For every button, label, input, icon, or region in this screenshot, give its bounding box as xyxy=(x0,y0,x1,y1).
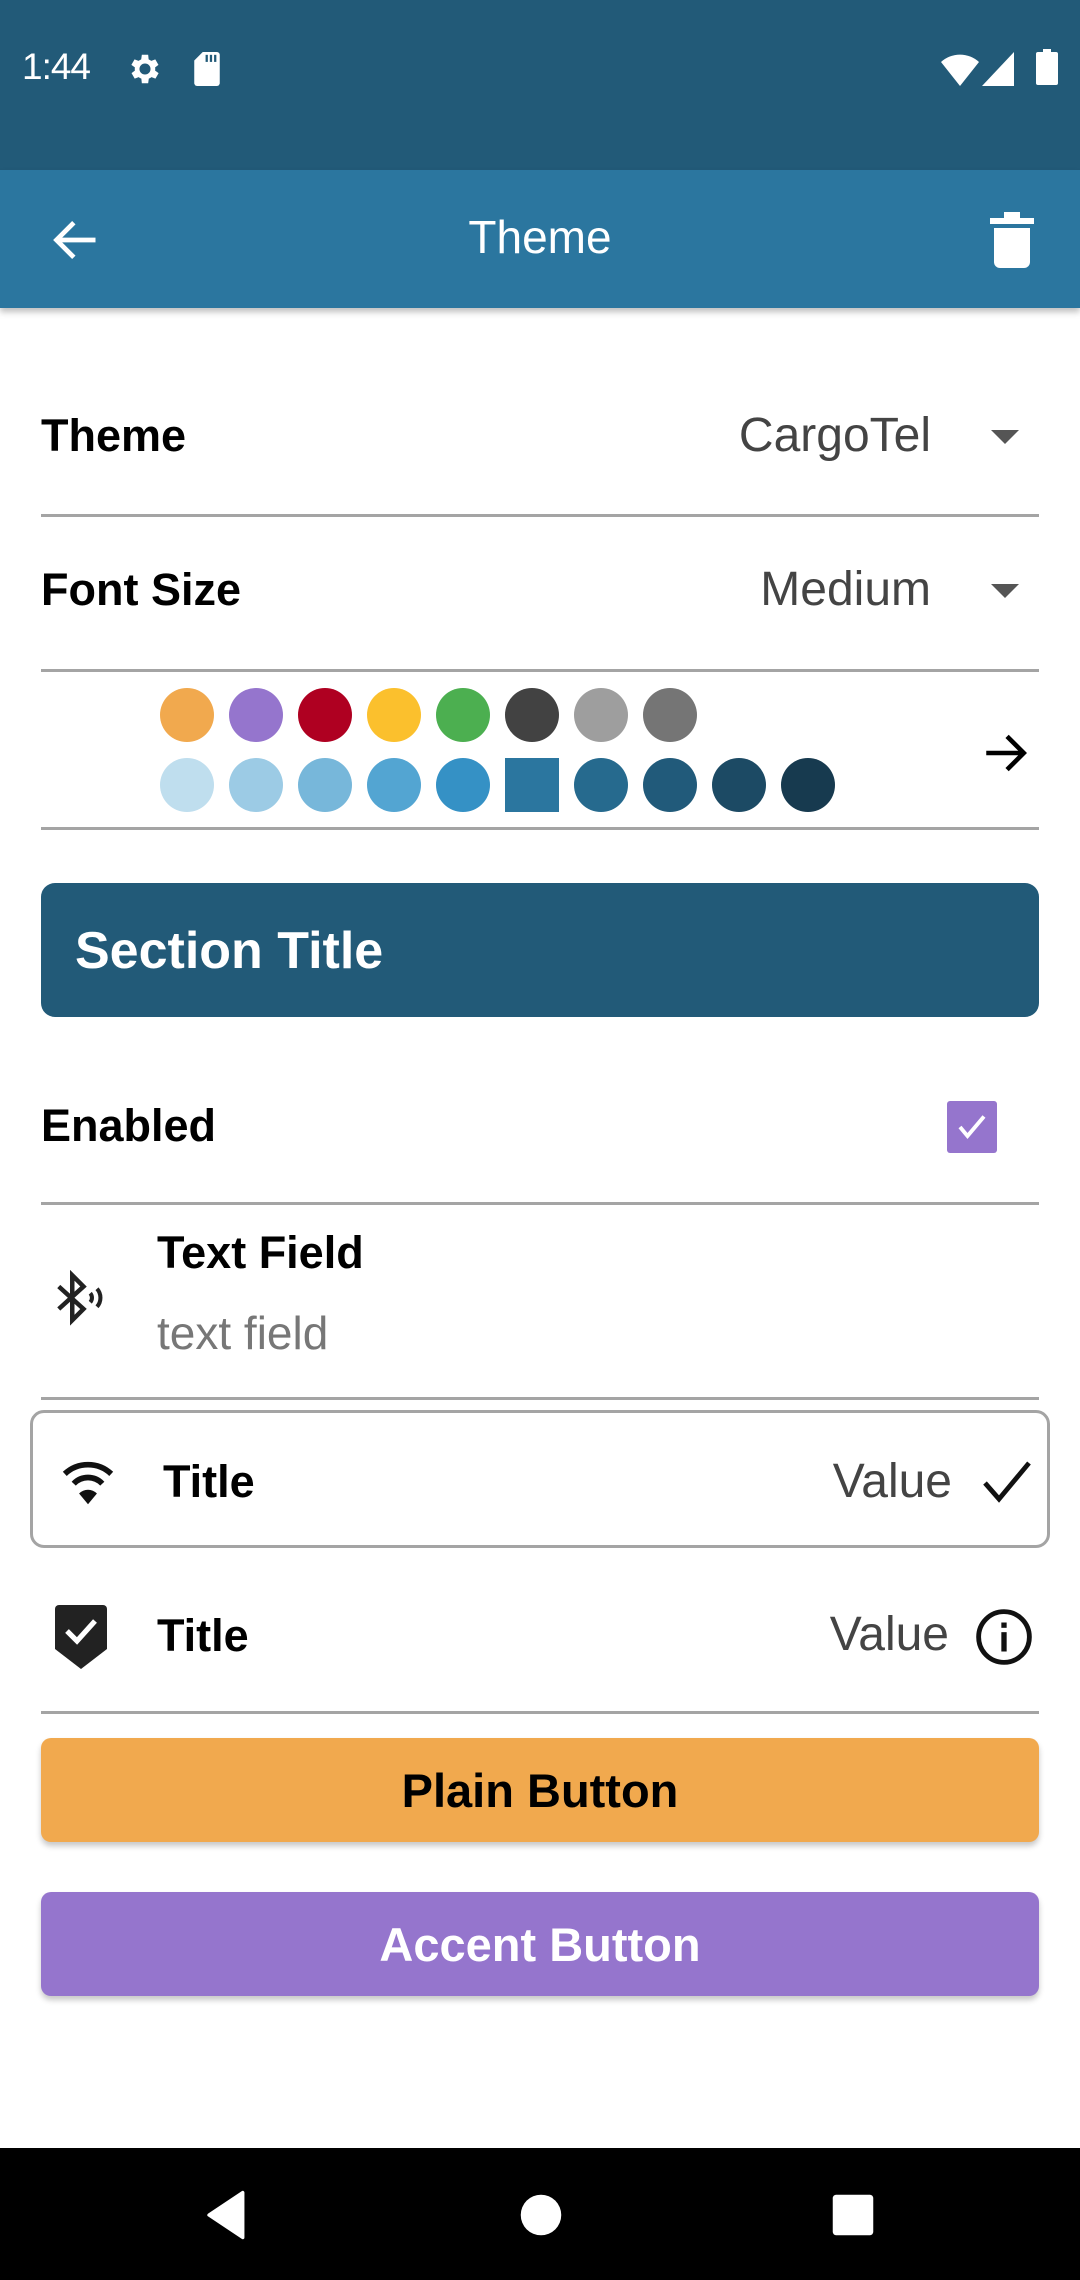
theme-value[interactable]: CargoTel xyxy=(739,408,931,463)
text-field-input[interactable] xyxy=(157,1306,957,1360)
signal-icon xyxy=(982,52,1014,86)
divider xyxy=(41,1397,1039,1400)
wifi-list-card[interactable]: Title Value xyxy=(30,1410,1050,1548)
enabled-checkbox[interactable] xyxy=(947,1101,997,1153)
sd-card-icon xyxy=(194,52,220,86)
info-icon[interactable] xyxy=(975,1608,1033,1666)
color-swatch[interactable] xyxy=(298,758,352,812)
divider xyxy=(41,1202,1039,1205)
accent-button[interactable]: Accent Button xyxy=(41,1892,1039,1996)
dropdown-caret-icon[interactable] xyxy=(991,430,1019,444)
color-swatch[interactable] xyxy=(436,758,490,812)
color-swatch[interactable] xyxy=(712,758,766,812)
color-swatch[interactable] xyxy=(643,758,697,812)
checkmark-icon xyxy=(958,1115,986,1140)
color-swatch[interactable] xyxy=(781,758,835,812)
info-row-title: Title xyxy=(157,1610,249,1661)
color-swatch[interactable] xyxy=(298,688,352,742)
enabled-label: Enabled xyxy=(41,1100,217,1151)
bluetooth-searching-icon xyxy=(57,1270,103,1326)
battery-icon xyxy=(1036,49,1058,85)
color-swatch[interactable] xyxy=(436,688,490,742)
font-size-value[interactable]: Medium xyxy=(760,562,931,617)
arrow-right-icon[interactable] xyxy=(980,728,1030,778)
shield-check-icon xyxy=(55,1605,107,1669)
text-field-title: Text Field xyxy=(157,1227,364,1278)
plain-button[interactable]: Plain Button xyxy=(41,1738,1039,1842)
page-title: Theme xyxy=(468,211,612,263)
font-size-dropdown[interactable]: Font Size Medium xyxy=(41,534,1039,654)
color-swatch[interactable] xyxy=(505,688,559,742)
recents-square-icon[interactable] xyxy=(826,2188,880,2242)
back-triangle-icon[interactable] xyxy=(200,2188,254,2242)
color-swatch[interactable] xyxy=(229,758,283,812)
section-title-text: Section Title xyxy=(75,922,384,980)
card-value: Value xyxy=(832,1455,952,1508)
color-swatch[interactable] xyxy=(160,758,214,812)
divider xyxy=(41,1711,1039,1714)
status-bar: 1:44 xyxy=(0,0,1080,170)
color-swatch[interactable] xyxy=(367,688,421,742)
home-circle-icon[interactable] xyxy=(514,2188,568,2242)
color-swatch[interactable] xyxy=(367,758,421,812)
wifi-icon xyxy=(941,54,979,86)
gear-icon xyxy=(131,54,159,84)
color-swatch[interactable] xyxy=(574,758,628,812)
divider xyxy=(41,827,1039,830)
divider xyxy=(41,669,1039,672)
palette-row-accent xyxy=(160,688,697,742)
font-size-label: Font Size xyxy=(41,564,241,615)
app-bar: Theme xyxy=(0,170,1080,308)
info-row-value: Value xyxy=(829,1608,949,1661)
color-swatch[interactable] xyxy=(229,688,283,742)
status-time: 1:44 xyxy=(22,46,91,87)
wifi-icon xyxy=(62,1461,114,1505)
color-swatch[interactable] xyxy=(643,688,697,742)
system-nav-bar xyxy=(0,2148,1080,2280)
color-palette xyxy=(160,688,860,814)
palette-row-primary xyxy=(160,758,835,812)
color-swatch[interactable] xyxy=(160,688,214,742)
card-title: Title xyxy=(163,1456,255,1507)
section-title: Section Title xyxy=(41,883,1039,1017)
theme-dropdown[interactable]: Theme CargoTel xyxy=(41,380,1039,500)
color-swatch[interactable] xyxy=(574,688,628,742)
color-swatch[interactable] xyxy=(505,758,559,812)
theme-label: Theme xyxy=(41,410,187,461)
dropdown-caret-icon[interactable] xyxy=(991,584,1019,598)
divider xyxy=(41,514,1039,517)
trash-icon[interactable] xyxy=(990,212,1034,268)
check-icon xyxy=(983,1461,1031,1503)
